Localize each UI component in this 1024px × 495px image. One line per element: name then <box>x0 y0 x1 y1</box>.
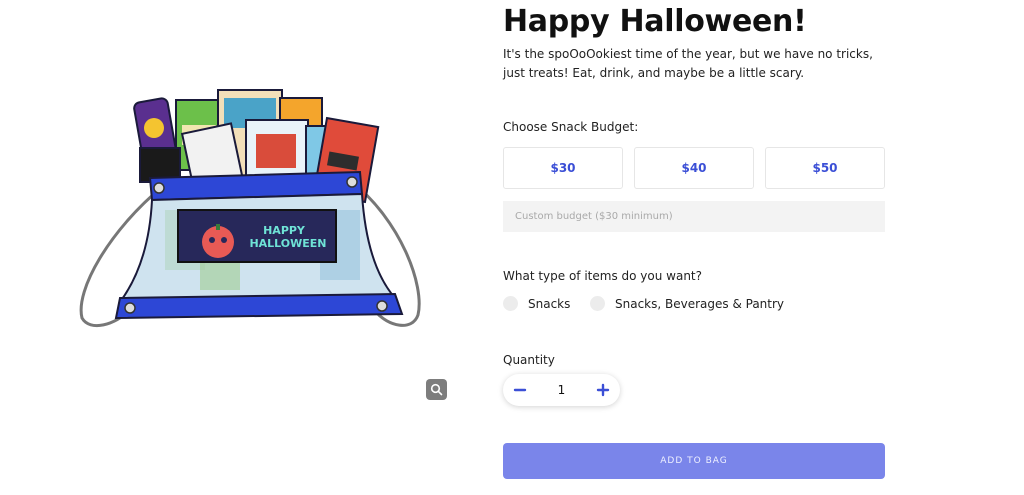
radio-button-icon[interactable] <box>590 296 605 311</box>
banner-text-line2: HALLOWEEN <box>249 237 326 250</box>
product-title: Happy Halloween! <box>503 4 807 39</box>
decrement-button[interactable] <box>511 381 529 399</box>
budget-option-30[interactable]: $30 <box>503 147 623 189</box>
radio-snacks-beverages-pantry-label: Snacks, Beverages & Pantry <box>615 296 785 311</box>
radio-snacks-beverages-pantry[interactable]: Snacks, Beverages & Pantry <box>590 296 784 311</box>
custom-budget-input[interactable] <box>503 201 885 232</box>
plus-icon <box>596 383 610 397</box>
zoom-button[interactable] <box>426 379 447 400</box>
quantity-stepper: 1 <box>503 374 620 406</box>
radio-snacks[interactable]: Snacks <box>503 296 570 311</box>
increment-button[interactable] <box>594 381 612 399</box>
quantity-value: 1 <box>557 383 566 397</box>
magnifier-icon <box>430 383 443 396</box>
snack-bag-illustration: HAPPY HALLOWEEN <box>79 89 421 328</box>
budget-option-50[interactable]: $50 <box>765 147 885 189</box>
items-type-label: What type of items do you want? <box>503 269 703 283</box>
add-to-bag-button[interactable]: ADD TO BAG <box>503 443 885 479</box>
banner-text-line1: HAPPY <box>263 224 306 237</box>
quantity-label: Quantity <box>503 353 555 367</box>
minus-icon <box>513 388 527 392</box>
budget-option-40[interactable]: $40 <box>634 147 754 189</box>
radio-button-icon[interactable] <box>503 296 518 311</box>
budget-label: Choose Snack Budget: <box>503 120 639 134</box>
radio-snacks-label: Snacks <box>528 296 571 311</box>
product-description: It's the spoOoOokiest time of the year, … <box>503 47 873 80</box>
product-image: HAPPY HALLOWEEN <box>70 70 430 340</box>
